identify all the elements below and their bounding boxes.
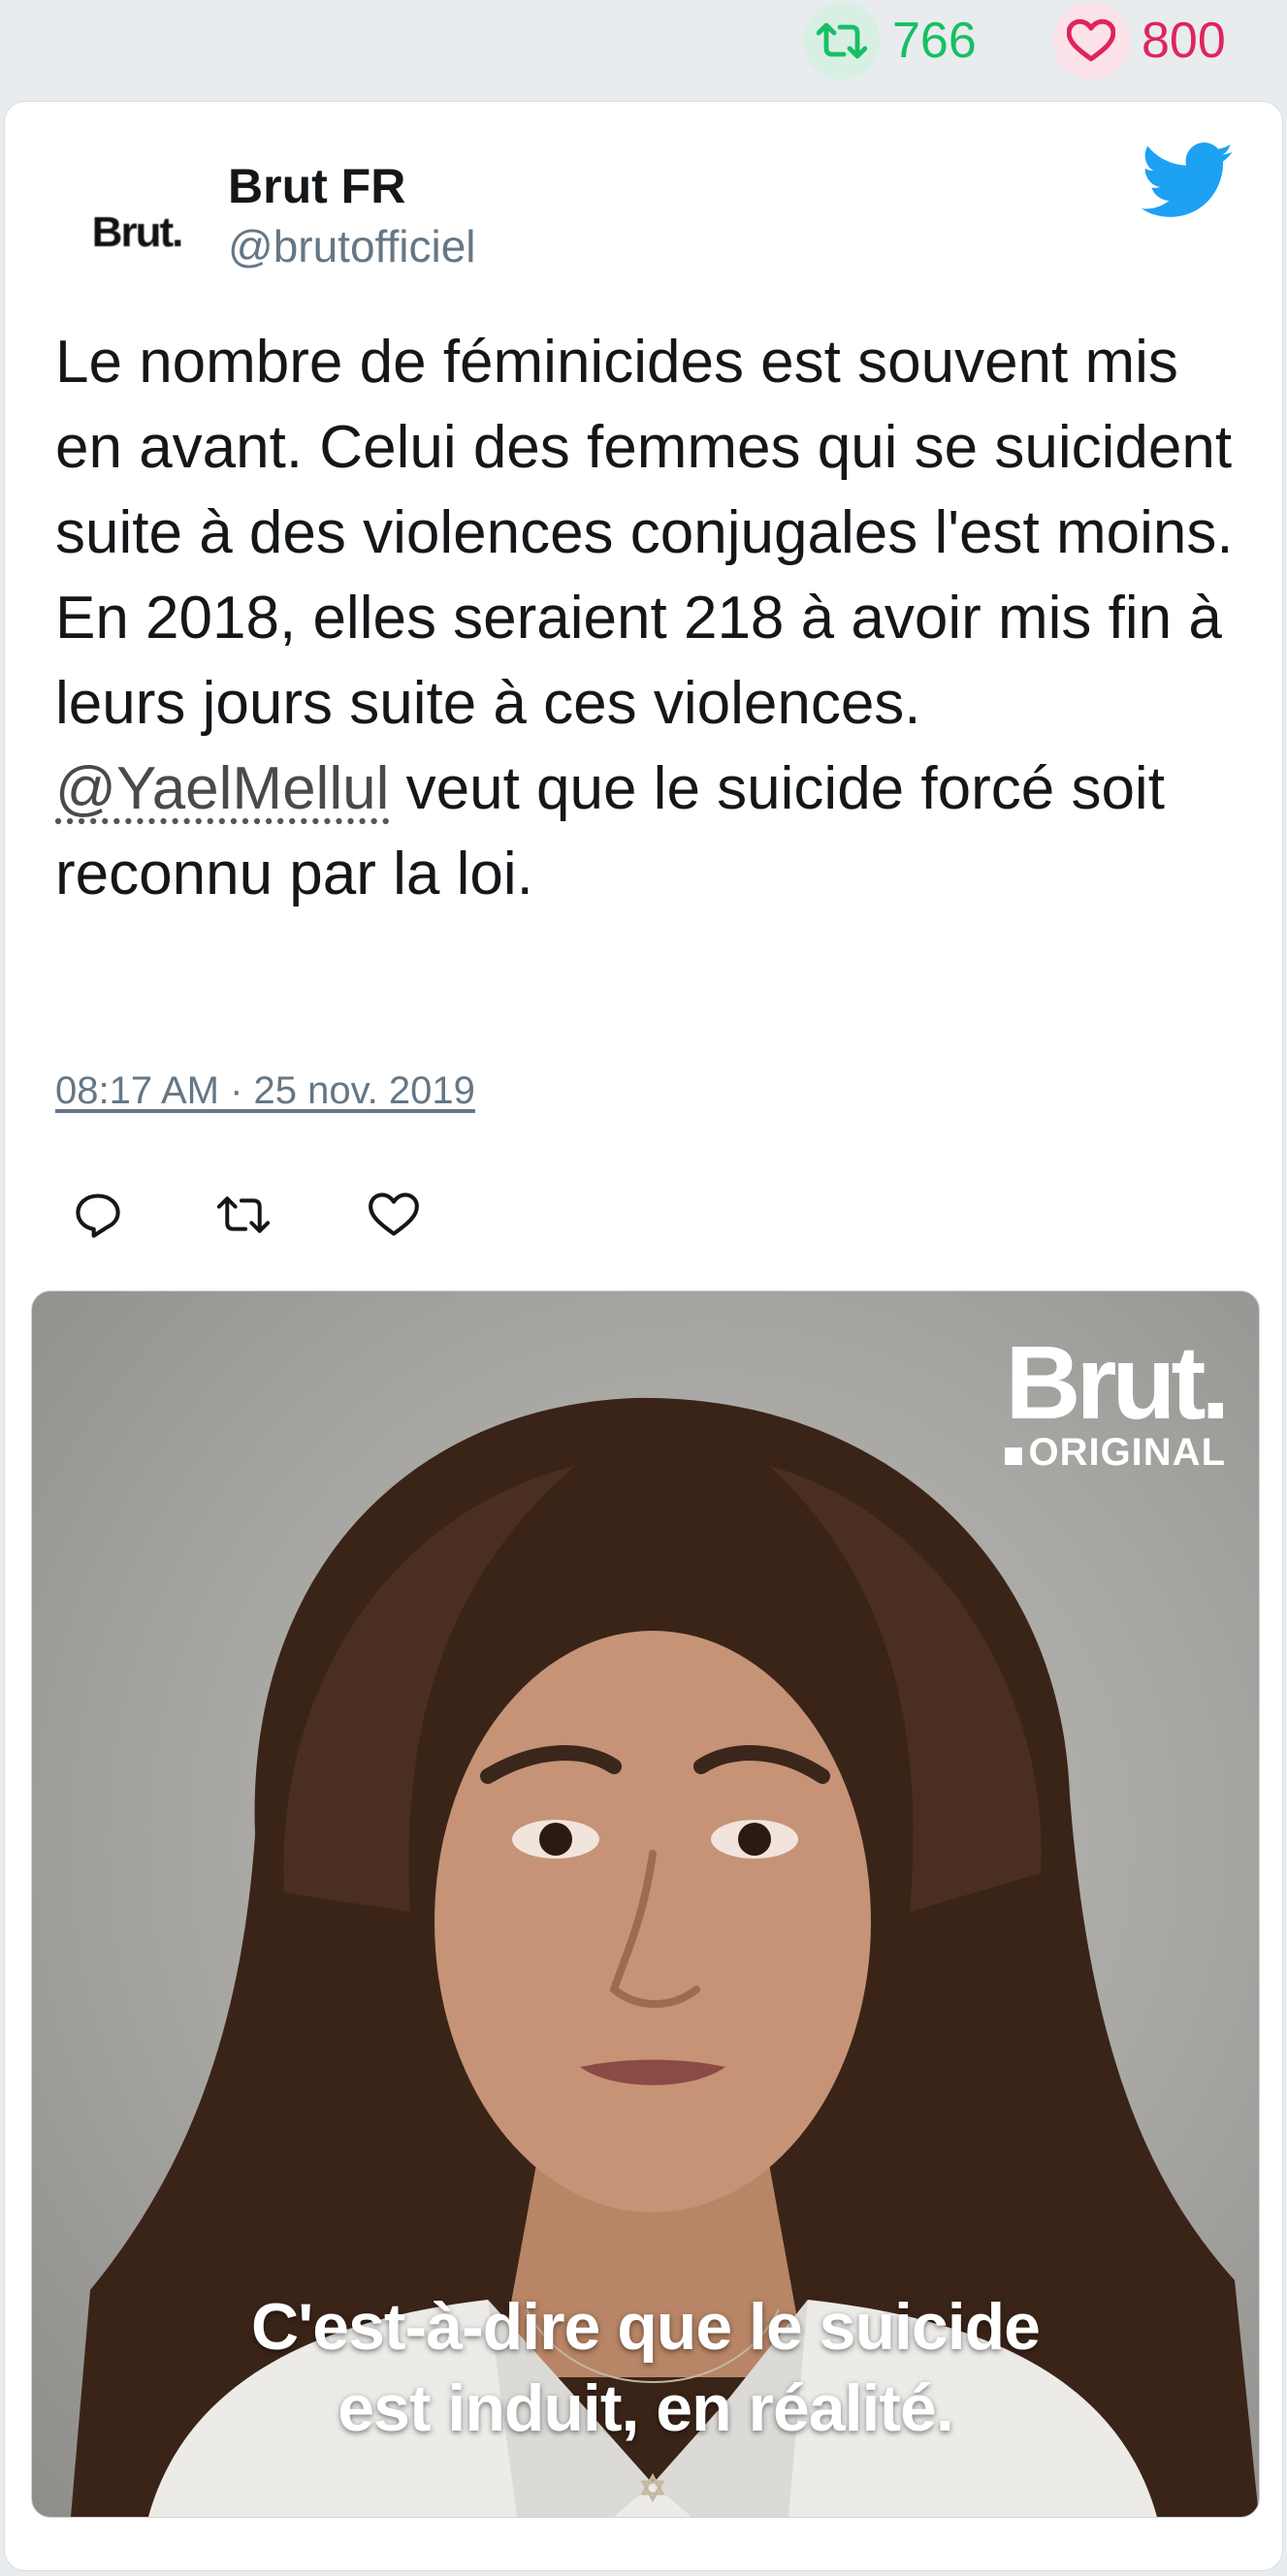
like-count-stat[interactable]: 800 [1052, 2, 1226, 80]
heart-icon [1052, 2, 1130, 80]
tweet-card: Brut. Brut FR @brutofficiel Le nombre de… [4, 101, 1283, 2571]
retweet-button[interactable] [209, 1180, 278, 1250]
brut-original-logo: Brut. ORIGINAL [1005, 1323, 1230, 1474]
video-caption: C'est-à-dire que le suicide est induit, … [32, 2286, 1259, 2449]
reply-icon [76, 1193, 120, 1238]
avatar-logo: Brut. [91, 208, 184, 256]
tweet-text-body: Le nombre de féminicides est souvent mis… [55, 329, 1234, 737]
retweet-icon [803, 2, 881, 80]
retweet-count: 766 [892, 13, 977, 69]
caption-line-1: C'est-à-dire que le suicide [251, 2290, 1041, 2364]
heart-icon [369, 1193, 419, 1236]
tweet-timestamp[interactable]: 08:17 AM · 25 nov. 2019 [55, 1069, 475, 1113]
like-count: 800 [1142, 13, 1226, 69]
mention-link[interactable]: @YaelMellul [55, 755, 389, 822]
twitter-bird-icon[interactable] [1141, 143, 1235, 226]
avatar[interactable]: Brut. [59, 175, 214, 291]
tweet-media[interactable]: Brut. ORIGINAL C'est-à-dire que le suici… [31, 1290, 1260, 2518]
engagement-stats: 766 800 [0, 0, 1287, 97]
retweet-count-stat[interactable]: 766 [803, 2, 977, 80]
user-name[interactable]: Brut FR [228, 158, 405, 214]
retweet-icon [216, 1196, 271, 1233]
caption-line-2: est induit, en réalité. [338, 2371, 954, 2445]
user-handle[interactable]: @brutofficiel [228, 220, 476, 272]
like-button[interactable] [359, 1180, 429, 1250]
tweet-text: Le nombre de féminicides est souvent mis… [55, 320, 1248, 917]
reply-button[interactable] [63, 1180, 133, 1250]
